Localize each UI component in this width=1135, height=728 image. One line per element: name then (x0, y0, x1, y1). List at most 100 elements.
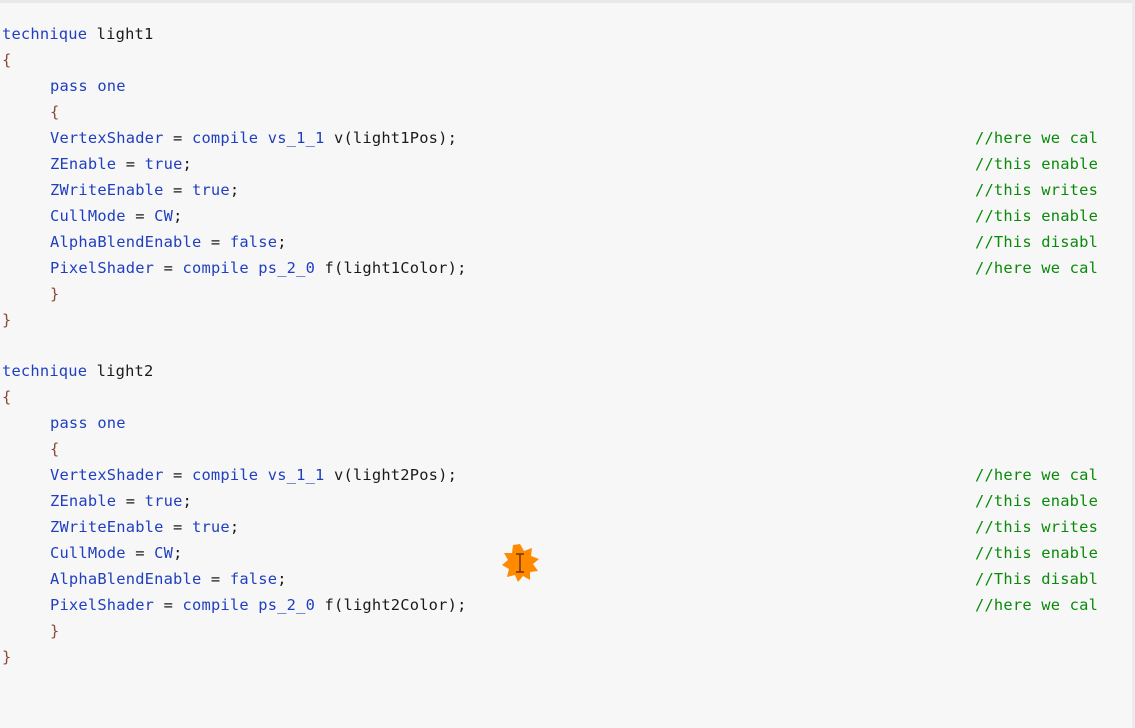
code-text: { (50, 436, 59, 462)
code-text: PixelShader = compile ps_2_0 f(light2Col… (50, 592, 467, 618)
code-token: = (201, 233, 230, 251)
code-token: ; (277, 570, 287, 588)
code-line[interactable]: ZEnable = true; //this enable (0, 488, 1135, 514)
code-comment: //this enable (975, 492, 1099, 510)
code-token: ; (182, 155, 193, 173)
code-keyword: VertexShader (50, 129, 164, 147)
code-line[interactable]: { (0, 99, 1135, 125)
code-line[interactable]: } (0, 618, 1135, 644)
code-text: } (50, 281, 59, 307)
code-token: = (125, 207, 155, 225)
code-keyword: pass one (50, 77, 126, 95)
code-text: PixelShader = compile ps_2_0 f(light1Col… (50, 255, 467, 281)
code-brace: } (50, 622, 60, 640)
code-line[interactable]: technique light1 (0, 21, 1135, 47)
code-token: light1 (87, 25, 154, 43)
code-brace: } (2, 311, 12, 329)
code-token: f(light2Color); (315, 596, 467, 614)
code-keyword: true (144, 155, 183, 173)
code-line[interactable]: pass one (0, 73, 1135, 99)
code-brace: } (50, 285, 60, 303)
code-line[interactable]: pass one (0, 410, 1135, 436)
code-token: ; (173, 207, 183, 225)
code-brace: { (2, 51, 12, 69)
code-line[interactable]: ZWriteEnable = true; //this writes (0, 514, 1135, 540)
code-text: CullMode = CW; (50, 540, 183, 566)
code-keyword: ZEnable (50, 155, 117, 173)
code-line[interactable]: } (0, 281, 1135, 307)
editor-top-border (0, 0, 1135, 3)
code-text: } (2, 307, 11, 333)
code-text: { (50, 99, 59, 125)
code-comment: //here we cal (975, 466, 1099, 484)
code-line[interactable]: { (0, 47, 1135, 73)
code-keyword: technique (2, 25, 88, 43)
code-text: technique light2 (2, 358, 153, 384)
code-token: ; (277, 233, 287, 251)
code-text: ZEnable = true; (50, 151, 192, 177)
code-line[interactable]: CullMode = CW; //this enable (0, 540, 1135, 566)
code-line[interactable]: ZWriteEnable = true; //this writes (0, 177, 1135, 203)
code-comment: //this enable (975, 207, 1099, 225)
code-text: AlphaBlendEnable = false; (50, 229, 287, 255)
code-line[interactable]: } (0, 307, 1135, 333)
code-text: CullMode = CW; (50, 203, 183, 229)
code-token: = (163, 129, 192, 147)
code-token: = (116, 492, 145, 510)
code-line[interactable]: CullMode = CW; //this enable (0, 203, 1135, 229)
code-brace: } (2, 648, 12, 666)
code-comment: //here we cal (975, 259, 1099, 277)
code-keyword: VertexShader (50, 466, 164, 484)
code-line[interactable]: AlphaBlendEnable = false; //This disabl (0, 229, 1135, 255)
code-text: pass one (50, 410, 126, 436)
code-token: light2 (87, 362, 154, 380)
code-keyword: true (192, 181, 230, 199)
code-token: ; (229, 518, 240, 536)
code-comment: //This disabl (975, 233, 1099, 251)
code-keyword: true (144, 492, 183, 510)
code-token: = (163, 518, 192, 536)
code-line[interactable]: AlphaBlendEnable = false; //This disabl (0, 566, 1135, 592)
code-editor[interactable]: technique light1 {pass one {VertexShader =… (0, 0, 1135, 728)
text-cursor-highlight-icon (502, 544, 539, 582)
code-keyword: pass one (50, 414, 126, 432)
code-keyword: compile vs_1_1 (192, 129, 325, 147)
code-keyword: compile vs_1_1 (192, 466, 325, 484)
code-line[interactable]: PixelShader = compile ps_2_0 f(light2Col… (0, 592, 1135, 618)
code-keyword: compile ps_2_0 (182, 596, 316, 614)
code-text: AlphaBlendEnable = false; (50, 566, 287, 592)
code-text: VertexShader = compile vs_1_1 v(light2Po… (50, 462, 457, 488)
code-text: ZEnable = true; (50, 488, 192, 514)
code-line[interactable]: PixelShader = compile ps_2_0 f(light1Col… (0, 255, 1135, 281)
code-line[interactable]: ZEnable = true; //this enable (0, 151, 1135, 177)
code-token: ; (173, 544, 183, 562)
code-keyword: AlphaBlendEnable (50, 570, 202, 588)
code-comment: //here we cal (975, 129, 1099, 147)
code-line[interactable]: { (0, 436, 1135, 462)
code-line[interactable]: technique light2 (0, 358, 1135, 384)
code-token: = (163, 466, 192, 484)
code-token: = (116, 155, 145, 173)
code-token: = (201, 570, 230, 588)
code-token: f(light1Color); (315, 259, 467, 277)
code-keyword: CW (154, 544, 174, 562)
code-token: = (154, 259, 183, 277)
code-comment: //this writes (975, 181, 1099, 199)
code-keyword: AlphaBlendEnable (50, 233, 202, 251)
code-keyword: PixelShader (50, 259, 155, 277)
code-keyword: CW (154, 207, 174, 225)
code-line[interactable]: VertexShader = compile vs_1_1 v(light2Po… (0, 462, 1135, 488)
code-keyword: ZWriteEnable (50, 181, 164, 199)
code-line[interactable]: } (0, 644, 1135, 670)
code-comment: //this enable (975, 544, 1099, 562)
code-comment: //This disabl (975, 570, 1099, 588)
code-keyword: true (192, 518, 230, 536)
code-token: = (125, 544, 155, 562)
code-text: VertexShader = compile vs_1_1 v(light1Po… (50, 125, 457, 151)
code-line[interactable]: { (0, 384, 1135, 410)
code-keyword: CullMode (50, 207, 126, 225)
code-comment: //here we cal (975, 596, 1099, 614)
code-keyword: ZEnable (50, 492, 117, 510)
code-line[interactable]: VertexShader = compile vs_1_1 v(light1Po… (0, 125, 1135, 151)
code-brace: { (2, 388, 12, 406)
